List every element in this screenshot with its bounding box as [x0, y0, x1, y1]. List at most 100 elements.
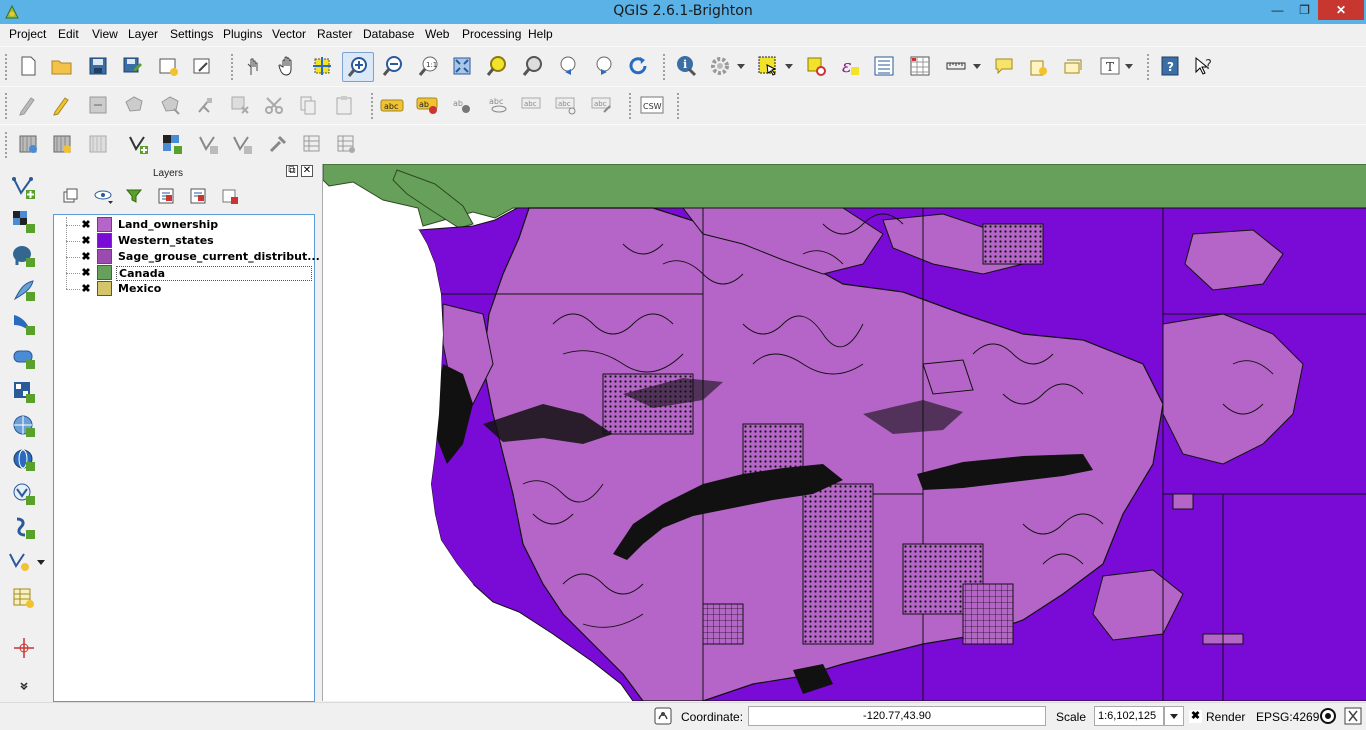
new-vector-chevron[interactable]: [34, 548, 48, 576]
add-vector-layer-side-button[interactable]: [10, 174, 38, 202]
more-tools-chevron[interactable]: [10, 678, 38, 694]
menu-processing[interactable]: Processing: [462, 27, 521, 41]
pin-labels-button[interactable]: ab: [414, 91, 442, 119]
layer-tree[interactable]: ✖ Land_ownership ✖ Western_states ✖ Sage…: [53, 214, 320, 702]
highlight-pinned-labels-button[interactable]: ab: [448, 91, 476, 119]
layer-visibility-checkbox[interactable]: ✖: [80, 235, 92, 247]
add-feature-button[interactable]: [120, 91, 148, 119]
add-oracle-side-button[interactable]: [10, 344, 38, 372]
toggle-editing-button[interactable]: [48, 91, 76, 119]
render-checkbox[interactable]: ✖: [1189, 710, 1202, 723]
layer-row-western-states[interactable]: ✖ Western_states: [54, 233, 312, 249]
add-raster-layer-side-button[interactable]: [10, 208, 38, 236]
new-project-button[interactable]: [14, 52, 42, 80]
layer-visibility-checkbox[interactable]: ✖: [80, 283, 92, 295]
action-dropdown-button[interactable]: [734, 52, 748, 80]
delete-selected-button[interactable]: [226, 91, 254, 119]
crs-status-button[interactable]: [1316, 704, 1340, 728]
toolbar-grip[interactable]: [662, 53, 666, 81]
text-annotation-button[interactable]: T: [1096, 52, 1124, 80]
map-canvas[interactable]: [322, 164, 1366, 701]
zoom-actual-size-button[interactable]: 1:1: [414, 52, 442, 80]
toolbar-grip[interactable]: [4, 92, 8, 120]
toggle-extents-button[interactable]: [652, 704, 674, 728]
move-label-button[interactable]: abc: [518, 91, 546, 119]
toolbar-grip[interactable]: [676, 92, 680, 120]
new-print-composer-button[interactable]: [154, 52, 182, 80]
add-wfs-side-button[interactable]: [10, 446, 38, 474]
whats-this-button[interactable]: ?: [1190, 52, 1218, 80]
pan-to-selection-button[interactable]: [308, 52, 336, 80]
zoom-to-selection-button[interactable]: [482, 52, 510, 80]
menu-database[interactable]: Database: [363, 27, 414, 41]
add-postgis-layer-button[interactable]: [194, 130, 222, 158]
zoom-to-layer-button[interactable]: [518, 52, 546, 80]
new-spatialite-layer-button[interactable]: [14, 130, 42, 158]
touch-zoom-pan-button[interactable]: [240, 52, 268, 80]
remove-layer-panel-button[interactable]: [216, 182, 244, 210]
show-bookmarks-button[interactable]: [1058, 52, 1086, 80]
select-features-button[interactable]: [754, 52, 782, 80]
layer-visibility-checkbox[interactable]: ✖: [80, 251, 92, 263]
add-mssql-side-button[interactable]: [10, 310, 38, 338]
menu-project[interactable]: Project: [9, 27, 46, 41]
copy-features-button[interactable]: [294, 91, 322, 119]
measure-dropdown-button[interactable]: [970, 52, 984, 80]
toolbar-grip[interactable]: [1146, 53, 1150, 81]
menu-vector[interactable]: Vector: [272, 27, 306, 41]
change-label-button[interactable]: abc: [588, 91, 616, 119]
open-attribute-table-button[interactable]: [870, 52, 898, 80]
move-feature-button[interactable]: [156, 91, 184, 119]
zoom-in-button[interactable]: [342, 52, 374, 82]
zoom-full-button[interactable]: [448, 52, 476, 80]
measure-line-button[interactable]: [942, 52, 970, 80]
save-layer-edits-button[interactable]: [84, 91, 112, 119]
add-vector-layer-button[interactable]: [124, 130, 152, 158]
current-edits-button[interactable]: [14, 91, 42, 119]
expand-legend-button[interactable]: [152, 182, 180, 210]
save-as-button[interactable]: [118, 52, 146, 80]
deselect-features-button[interactable]: [802, 52, 830, 80]
add-mssql-layer-button[interactable]: [264, 130, 292, 158]
add-virtual-layer-side-button[interactable]: [10, 584, 38, 612]
new-gpx-layer-button[interactable]: [48, 130, 76, 158]
run-feature-action-button[interactable]: [706, 52, 734, 80]
annotation-dropdown-button[interactable]: [1122, 52, 1136, 80]
map-tips-button[interactable]: [990, 52, 1018, 80]
pan-map-button[interactable]: [274, 52, 302, 80]
toolbar-grip[interactable]: [370, 92, 374, 120]
add-wms-layer-button[interactable]: [298, 130, 326, 158]
add-wcs-side-button[interactable]: [10, 412, 38, 440]
add-raster-layer-button[interactable]: [158, 130, 186, 158]
remove-layer-button[interactable]: [84, 130, 112, 158]
menu-plugins[interactable]: Plugins: [223, 27, 262, 41]
expand-all-button[interactable]: [56, 182, 84, 210]
menu-raster[interactable]: Raster: [317, 27, 352, 41]
manage-visibility-button[interactable]: [90, 182, 118, 210]
float-panel-button[interactable]: ⧉: [286, 165, 298, 177]
select-by-expression-button[interactable]: ε: [836, 52, 864, 80]
menu-settings[interactable]: Settings: [170, 27, 213, 41]
menu-layer[interactable]: Layer: [128, 27, 158, 41]
add-spatialite-layer-button[interactable]: [228, 130, 256, 158]
filter-legend-button[interactable]: [120, 182, 148, 210]
layer-row-sage-grouse[interactable]: ✖ Sage_grouse_current_distribut...: [54, 249, 320, 265]
add-crosshair-side-button[interactable]: [10, 634, 38, 662]
layer-row-canada[interactable]: ✖ Canada: [54, 265, 312, 281]
close-panel-button[interactable]: ✕: [301, 165, 313, 177]
new-shapefile-side-button[interactable]: [10, 514, 38, 542]
field-calculator-button[interactable]: [906, 52, 934, 80]
refresh-button[interactable]: [624, 52, 652, 80]
toolbar-grip[interactable]: [4, 53, 8, 81]
menu-view[interactable]: View: [92, 27, 118, 41]
new-bookmark-button[interactable]: [1024, 52, 1052, 80]
toolbar-grip[interactable]: [230, 53, 234, 81]
menu-web[interactable]: Web: [425, 27, 449, 41]
scale-combo[interactable]: 1:6,102,125: [1094, 706, 1164, 726]
identify-features-button[interactable]: i: [672, 52, 700, 80]
add-wms-side-button[interactable]: [10, 378, 38, 406]
zoom-out-button[interactable]: [378, 52, 406, 80]
layer-visibility-checkbox[interactable]: ✖: [80, 219, 92, 231]
layer-visibility-checkbox[interactable]: ✖: [80, 267, 92, 279]
composer-manager-button[interactable]: [188, 52, 216, 80]
